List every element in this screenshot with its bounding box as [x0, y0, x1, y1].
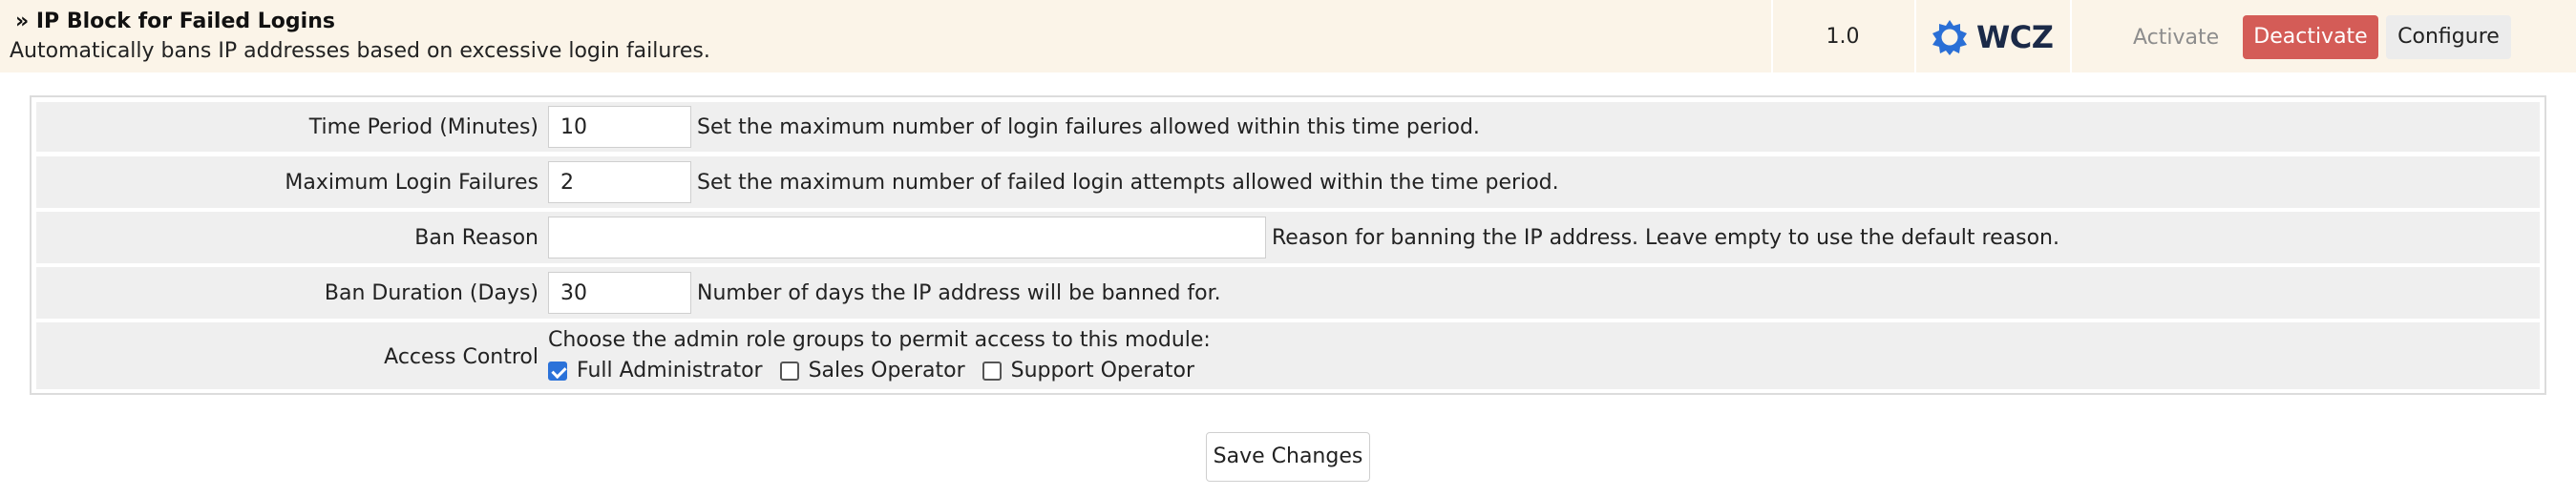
checkbox-label: Sales Operator — [808, 359, 965, 382]
setting-row-max-failures: Maximum Login Failures Set the maximum n… — [36, 156, 2540, 208]
checkbox-checked-icon[interactable] — [548, 361, 567, 381]
module-title: » IP Block for Failed Logins — [15, 10, 335, 33]
time-period-input[interactable] — [548, 106, 691, 148]
checkbox-label: Support Operator — [1010, 359, 1195, 382]
max-failures-help: Set the maximum number of failed login a… — [697, 171, 1559, 195]
divider — [2070, 0, 2072, 72]
ban-duration-input[interactable] — [548, 272, 691, 314]
checkbox-full-administrator[interactable]: Full Administrator — [548, 359, 763, 382]
role-checkbox-group: Full Administrator Sales Operator Suppor… — [548, 359, 1212, 382]
configure-button[interactable]: Configure — [2386, 15, 2511, 59]
module-version: 1.0 — [1826, 25, 1860, 49]
ban-reason-label: Ban Reason — [414, 226, 538, 250]
setting-row-access-control: Access Control Choose the admin role gro… — [36, 322, 2540, 389]
setting-row-time-period: Time Period (Minutes) Set the maximum nu… — [36, 102, 2540, 152]
ban-duration-help: Number of days the IP address will be ba… — [697, 281, 1221, 305]
checkbox-support-operator[interactable]: Support Operator — [982, 359, 1194, 382]
vendor-logo-text: WCZ — [1976, 19, 2054, 55]
settings-panel: Time Period (Minutes) Set the maximum nu… — [30, 95, 2546, 395]
max-failures-input[interactable] — [548, 161, 691, 203]
divider — [1914, 0, 1916, 72]
save-changes-button[interactable]: Save Changes — [1206, 432, 1370, 482]
checkbox-unchecked-icon[interactable] — [982, 361, 1002, 381]
setting-row-ban-duration: Ban Duration (Days) Number of days the I… — [36, 267, 2540, 319]
max-failures-label: Maximum Login Failures — [285, 171, 538, 195]
checkbox-sales-operator[interactable]: Sales Operator — [779, 359, 965, 382]
activate-button[interactable]: Activate — [2122, 17, 2230, 59]
vendor-logo: WCZ — [1931, 15, 2054, 59]
module-header: » IP Block for Failed Logins Automatical… — [0, 0, 2576, 72]
ban-duration-label: Ban Duration (Days) — [324, 281, 538, 305]
checkbox-label: Full Administrator — [577, 359, 763, 382]
access-control-help: Choose the admin role groups to permit a… — [548, 328, 1211, 352]
time-period-help: Set the maximum number of login failures… — [697, 115, 1480, 139]
access-control-label: Access Control — [384, 345, 538, 369]
ban-reason-input[interactable] — [548, 217, 1266, 258]
setting-row-ban-reason: Ban Reason Reason for banning the IP add… — [36, 212, 2540, 263]
deactivate-button[interactable]: Deactivate — [2243, 15, 2378, 59]
module-description: Automatically bans IP addresses based on… — [10, 39, 710, 63]
wcz-logo-icon — [1932, 20, 1967, 55]
ban-reason-help: Reason for banning the IP address. Leave… — [1272, 226, 2059, 250]
time-period-label: Time Period (Minutes) — [308, 115, 538, 139]
checkbox-unchecked-icon[interactable] — [779, 361, 799, 381]
